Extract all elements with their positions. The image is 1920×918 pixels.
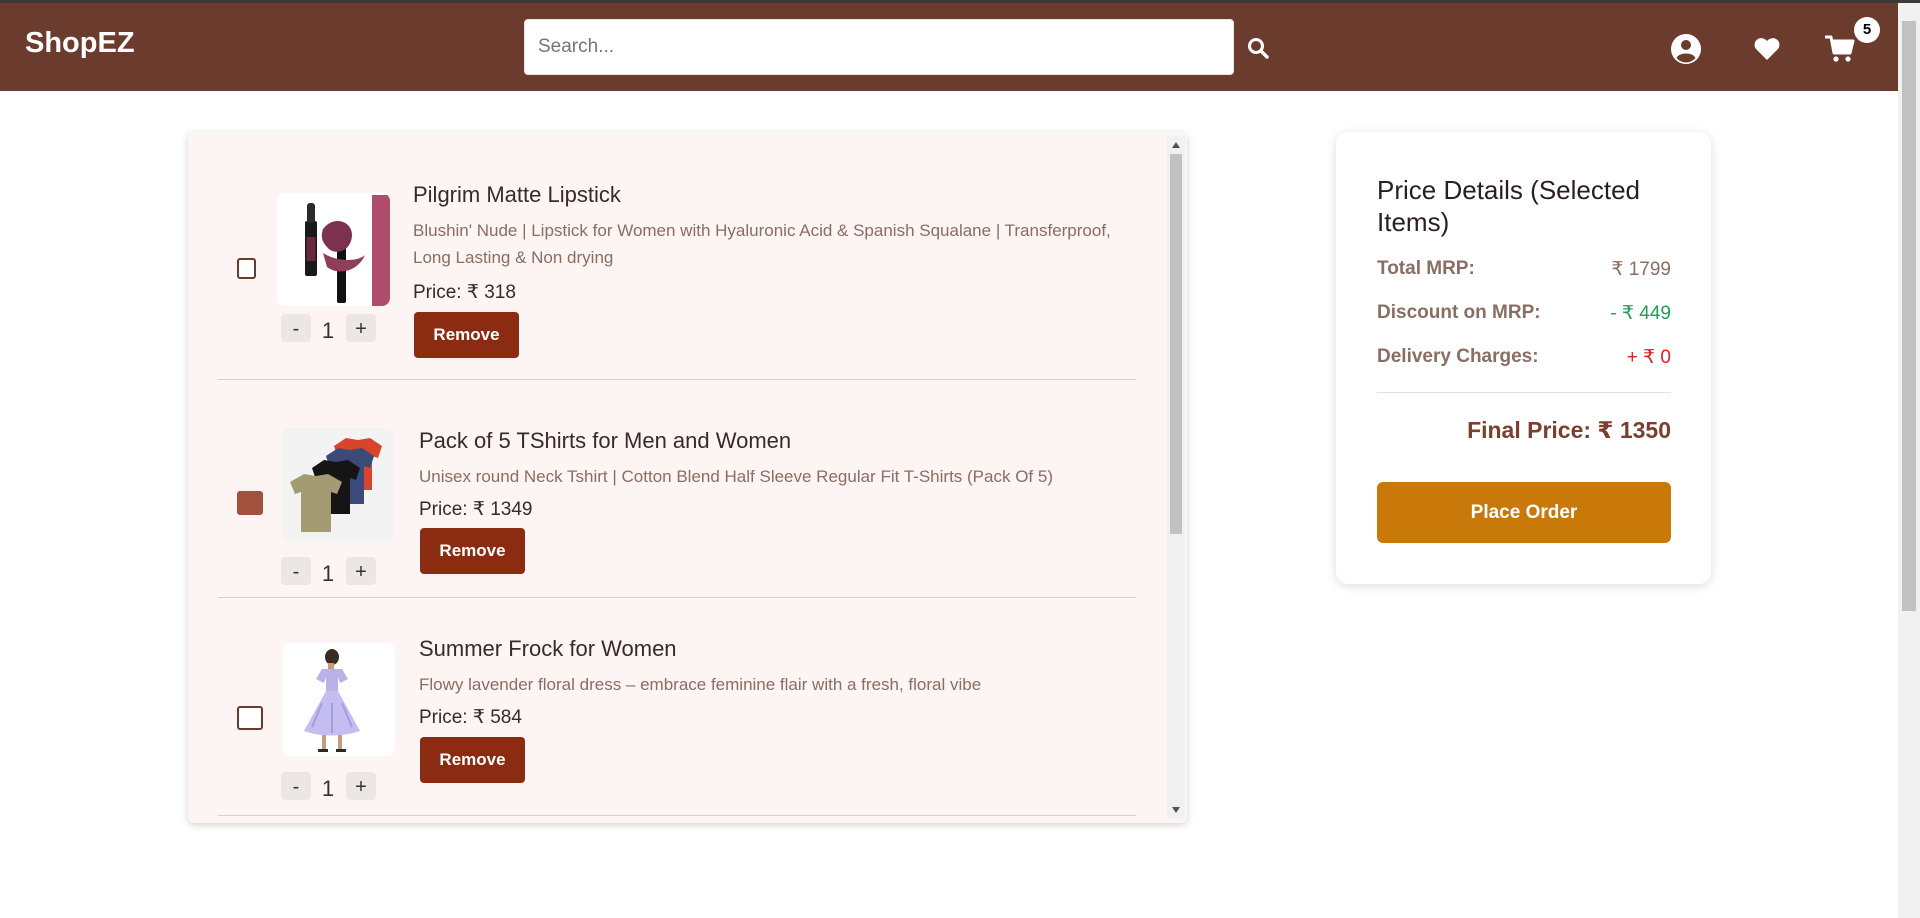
product-description: Unisex round Neck Tshirt | Cotton Blend …: [419, 467, 1053, 486]
heart-icon[interactable]: [1754, 37, 1780, 66]
product-price: Price: ₹ 318: [413, 282, 516, 303]
quantity-increase-button[interactable]: +: [346, 557, 376, 585]
product-title[interactable]: Pilgrim Matte Lipstick: [413, 182, 621, 208]
product-title[interactable]: Summer Frock for Women: [419, 636, 677, 662]
scroll-down-arrow-icon[interactable]: [1172, 807, 1180, 813]
product-description: Blushin' Nude | Lipstick for Women with …: [413, 221, 1111, 267]
search-box[interactable]: [524, 19, 1234, 75]
product-price: Price: ₹ 1349: [419, 499, 533, 520]
user-circle-icon[interactable]: [1671, 34, 1701, 69]
cart-item: - 1 + Pilgrim Matte Lipstick Blushin' Nu…: [188, 132, 1168, 380]
quantity-value: 1: [321, 776, 335, 801]
remove-button[interactable]: Remove: [420, 528, 525, 574]
cart-panel-scrollbar[interactable]: [1167, 136, 1185, 819]
scroll-up-arrow-icon[interactable]: [1172, 142, 1180, 148]
quantity-value: 1: [321, 318, 335, 343]
final-price: Final Price: ₹ 1350: [1467, 417, 1671, 443]
cart-item: - 1 + Summer Frock for Women Flowy laven…: [188, 598, 1168, 818]
search-input[interactable]: [525, 20, 1233, 74]
search-icon[interactable]: [1247, 37, 1269, 64]
quantity-increase-button[interactable]: +: [346, 772, 376, 800]
cart-panel-scrollbar-thumb[interactable]: [1170, 154, 1182, 534]
total-mrp-label: Total MRP:: [1377, 258, 1475, 279]
total-mrp-row: Total MRP: ₹ 1799: [1377, 258, 1671, 284]
product-description: Flowy lavender floral dress – embrace fe…: [419, 675, 982, 694]
price-details-title: Price Details (Selected Items): [1377, 175, 1640, 237]
discount-row: Discount on MRP: - ₹ 449: [1377, 302, 1671, 328]
page-scrollbar[interactable]: [1898, 3, 1920, 918]
discount-label: Discount on MRP:: [1377, 302, 1541, 323]
cart-icon[interactable]: [1824, 35, 1855, 68]
price-divider: [1377, 392, 1671, 393]
remove-button[interactable]: Remove: [414, 312, 519, 358]
quantity-decrease-button[interactable]: -: [281, 314, 311, 342]
quantity-value: 1: [321, 561, 335, 586]
product-image-lipstick: [277, 193, 390, 306]
item-select-checkbox-checked[interactable]: [237, 491, 263, 515]
product-price: Price: ₹ 584: [419, 707, 522, 728]
page-scrollbar-thumb[interactable]: [1902, 21, 1916, 611]
discount-value: - ₹ 449: [1610, 303, 1671, 324]
place-order-button[interactable]: Place Order: [1377, 482, 1671, 543]
remove-button[interactable]: Remove: [420, 737, 525, 783]
item-select-checkbox[interactable]: [237, 706, 263, 730]
delivery-row: Delivery Charges: + ₹ 0: [1377, 346, 1671, 372]
product-image-frock: [282, 643, 395, 756]
cart-count-badge: 5: [1854, 17, 1880, 43]
cart-item: - 1 + Pack of 5 TShirts for Men and Wome…: [188, 380, 1168, 598]
navbar: ShopEZ 5: [0, 3, 1898, 91]
item-select-checkbox[interactable]: [237, 258, 256, 279]
delivery-value: + ₹ 0: [1626, 347, 1671, 368]
total-mrp-value: ₹ 1799: [1611, 259, 1671, 280]
quantity-decrease-button[interactable]: -: [281, 557, 311, 585]
price-details-card: Price Details (Selected Items) Total MRP…: [1336, 132, 1711, 584]
item-divider: [218, 815, 1136, 816]
product-image-tshirts: [282, 428, 395, 541]
quantity-increase-button[interactable]: +: [346, 314, 376, 342]
cart-items-panel: - 1 + Pilgrim Matte Lipstick Blushin' Nu…: [188, 132, 1187, 823]
brand-logo[interactable]: ShopEZ: [25, 27, 135, 60]
product-title[interactable]: Pack of 5 TShirts for Men and Women: [419, 428, 791, 454]
quantity-decrease-button[interactable]: -: [281, 772, 311, 800]
delivery-label: Delivery Charges:: [1377, 346, 1539, 367]
